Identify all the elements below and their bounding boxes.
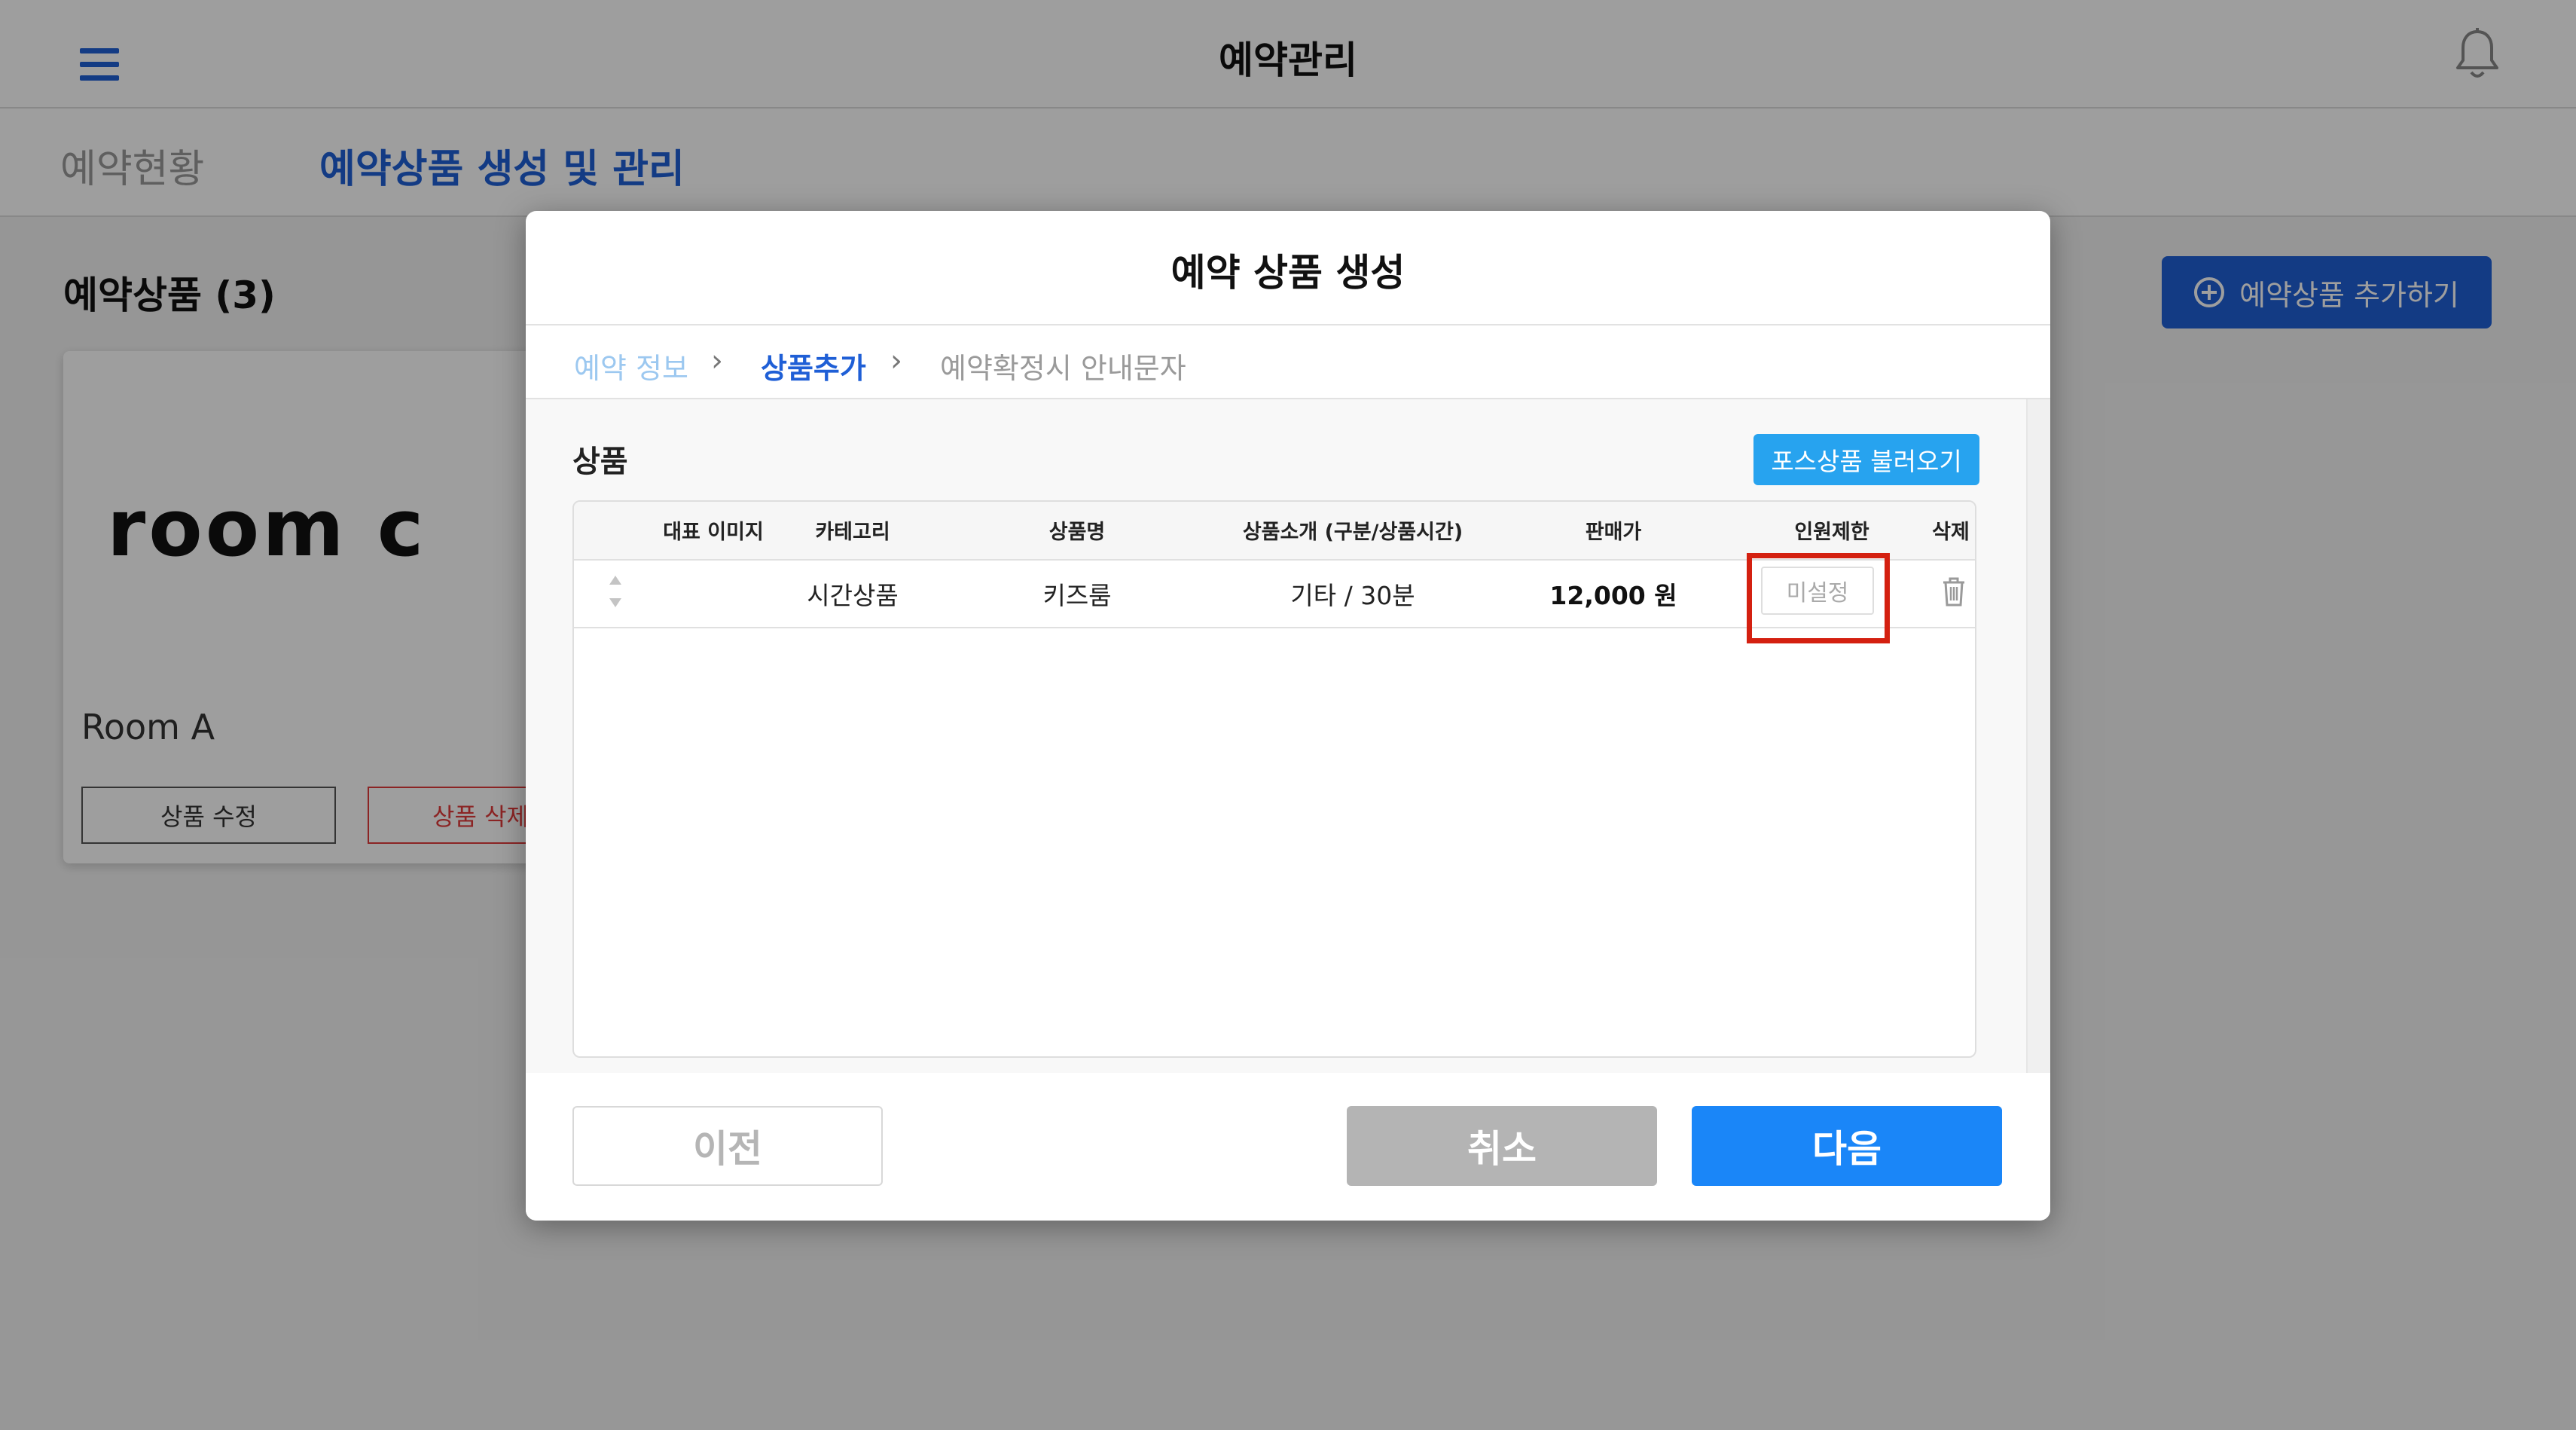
step-confirmation-message[interactable]: 예약확정시 안내문자 <box>940 345 1186 387</box>
section-title: 상품 <box>572 445 628 479</box>
table-header: 대표 이미지 카테고리 상품명 상품소개 (구분/상품시간) 판매가 인원제한 … <box>574 502 1975 561</box>
column-header-image: 대표 이미지 <box>663 521 764 544</box>
column-header-price: 판매가 <box>1585 521 1642 544</box>
prev-button[interactable]: 이전 <box>572 1106 883 1186</box>
highlight-box <box>1747 553 1890 643</box>
modal-content: 상품 포스상품 불러오기 대표 이미지 카테고리 상품명 상품소개 (구분/상품… <box>526 399 2026 1073</box>
modal-title: 예약 상품 생성 <box>1170 251 1406 295</box>
step-breadcrumb: 예약 정보 › 상품추가 › 예약확정시 안내문자 <box>526 325 2050 399</box>
cell-name: 키즈룸 <box>1042 581 1112 610</box>
step-add-product[interactable]: 상품추가 <box>761 345 866 387</box>
cell-category: 시간상품 <box>807 581 899 610</box>
cell-price: 12,000 원 <box>1549 581 1677 610</box>
next-button[interactable]: 다음 <box>1692 1106 2002 1186</box>
trash-icon[interactable] <box>1941 576 1967 607</box>
step-reservation-info[interactable]: 예약 정보 <box>574 345 688 387</box>
modal-scrollbar[interactable] <box>2026 399 2050 1073</box>
drag-handle-icon[interactable] <box>607 573 624 610</box>
table-row: 시간상품 키즈룸 기타 / 30분 12,000 원 미설정 <box>574 553 1975 643</box>
chevron-right-icon: › <box>890 344 902 378</box>
column-header-delete: 삭제 <box>1932 521 1970 544</box>
cell-intro: 기타 / 30분 <box>1290 581 1415 610</box>
modal-header: 예약 상품 생성 <box>526 211 2050 325</box>
column-header-capacity: 인원제한 <box>1794 521 1869 544</box>
column-header-category: 카테고리 <box>815 521 890 544</box>
create-product-modal: 예약 상품 생성 예약 정보 › 상품추가 › 예약확정시 안내문자 상품 포스… <box>526 211 2050 1221</box>
column-header-intro: 상품소개 (구분/상품시간) <box>1242 521 1463 544</box>
chevron-right-icon: › <box>711 344 723 378</box>
column-header-name: 상품명 <box>1048 521 1106 544</box>
app-frame: 예약관리 예약현황 예약상품 생성 및 관리 예약상품 (3) 예약상품 추가하… <box>0 0 2576 1430</box>
product-table: 대표 이미지 카테고리 상품명 상품소개 (구분/상품시간) 판매가 인원제한 … <box>572 500 1976 1058</box>
pos-import-button[interactable]: 포스상품 불러오기 <box>1753 434 1979 485</box>
modal-footer: 이전 취소 다음 <box>526 1073 2050 1221</box>
cancel-button[interactable]: 취소 <box>1347 1106 1657 1186</box>
